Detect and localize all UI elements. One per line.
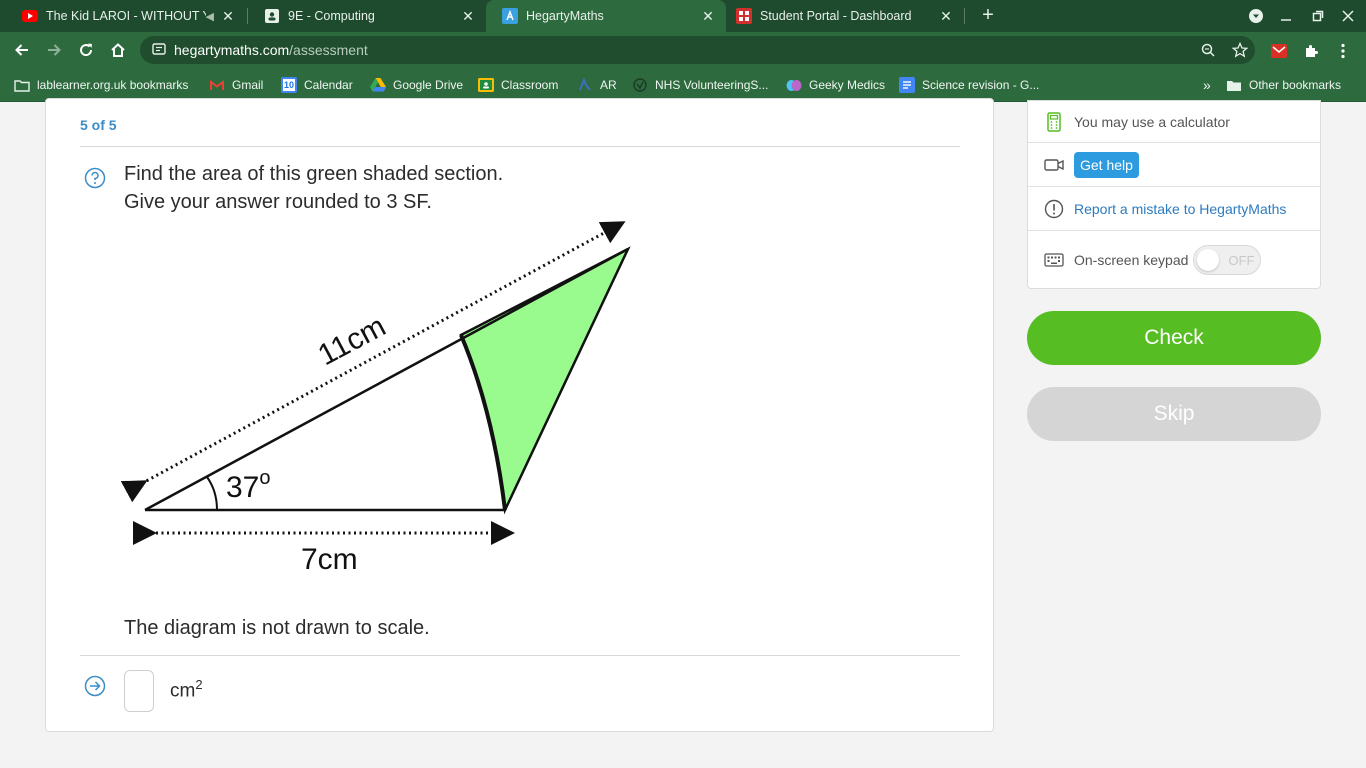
skip-button[interactable]: Skip (1027, 387, 1321, 441)
close-tab-icon[interactable]: ✕ (698, 8, 718, 25)
restore-icon[interactable] (1308, 6, 1328, 26)
sector-diagram: 11cm 7cm 37o (121, 221, 631, 576)
new-tab-button[interactable]: + (976, 4, 1000, 28)
angle-arc (206, 476, 218, 511)
close-tab-icon[interactable]: ✕ (458, 8, 478, 25)
extensions-puzzle-icon[interactable] (1302, 42, 1320, 60)
page-content: 5 of 5 Find the area of this green shade… (0, 98, 1366, 768)
bookmark-geeky-medics[interactable]: Geeky Medics (786, 76, 885, 94)
tab-hegartymaths[interactable]: HegartyMaths ✕ (486, 0, 726, 32)
tab-title: Student Portal - Dashboard (760, 9, 912, 23)
browser-toolbar: hegartymaths.com/assessment (0, 32, 1366, 68)
label-angle: 37o (226, 467, 271, 504)
hegarty-icon (502, 8, 518, 24)
brain-icon (786, 77, 802, 93)
classroom-icon (478, 77, 494, 93)
close-tab-icon[interactable]: ✕ (936, 8, 956, 25)
close-tab-icon[interactable]: ✕ (218, 8, 238, 25)
question-card: 5 of 5 Find the area of this green shade… (45, 98, 994, 732)
question-line-2: Give your answer rounded to 3 SF. (124, 191, 432, 213)
tab-title: The Kid LAROI - WITHOUT YOU (46, 9, 206, 23)
question-counter: 5 of 5 (80, 117, 117, 133)
classroom-icon (264, 8, 280, 24)
report-row: Report a mistake to HegartyMaths (1028, 187, 1320, 231)
back-icon[interactable] (10, 38, 34, 62)
bookmarks-bar: lablearner.org.uk bookmarks Gmail 10 Cal… (0, 68, 1366, 102)
tab-search-icon[interactable] (1246, 6, 1266, 26)
keyboard-icon (1043, 249, 1065, 271)
site-info-icon[interactable] (152, 42, 166, 56)
reload-icon[interactable] (74, 38, 98, 62)
address-bar[interactable]: hegartymaths.com/assessment (140, 36, 1255, 64)
divider (80, 655, 960, 656)
gmail-extension-icon[interactable] (1270, 42, 1288, 60)
calculator-icon (1043, 111, 1065, 133)
tab-title: HegartyMaths (526, 9, 604, 23)
get-help-button[interactable]: Get help (1074, 151, 1139, 178)
question-line-1: Find the area of this green shaded secti… (124, 163, 504, 185)
question-help-icon[interactable] (84, 167, 106, 189)
nhs-icon (632, 77, 648, 93)
ar-icon (577, 77, 593, 93)
bookmark-lablearner[interactable]: lablearner.org.uk bookmarks (14, 76, 188, 94)
bookmark-ar[interactable]: AR (577, 76, 617, 94)
tab-youtube[interactable]: The Kid LAROI - WITHOUT YOU ◀ ✕ (6, 0, 246, 32)
bookmark-google-drive[interactable]: Google Drive (370, 76, 463, 94)
toggle-knob (1197, 248, 1220, 271)
bookmark-calendar[interactable]: 10 Calendar (281, 76, 353, 94)
bookmark-classroom[interactable]: Classroom (478, 76, 558, 94)
zoom-icon[interactable] (1200, 42, 1216, 58)
alert-icon (1043, 198, 1065, 220)
gmail-icon (209, 77, 225, 93)
bookmark-nhs-volunteering[interactable]: NHS VolunteeringS... (632, 76, 768, 94)
tab-bar: The Kid LAROI - WITHOUT YOU ◀ ✕ 9E - Com… (0, 0, 1366, 32)
folder-icon (14, 77, 30, 93)
answer-arrow-icon (84, 675, 106, 697)
calculator-row: You may use a calculator (1028, 101, 1320, 143)
bookmark-gmail[interactable]: Gmail (209, 76, 263, 94)
menu-kebab-icon[interactable] (1334, 42, 1352, 60)
keypad-row: On-screen keypad OFF (1028, 231, 1320, 288)
side-panel: You may use a calculator Get help Report… (1027, 100, 1321, 289)
check-button[interactable]: Check (1027, 311, 1321, 365)
label-7cm: 7cm (301, 543, 358, 576)
tab-title: 9E - Computing (288, 9, 375, 23)
help-row: Get help (1028, 143, 1320, 187)
bookmark-other-bookmarks[interactable]: Other bookmarks (1226, 76, 1341, 94)
label-11cm: 11cm (313, 310, 391, 373)
tab-student-portal[interactable]: Student Portal - Dashboard ✕ (726, 0, 964, 32)
more-bookmarks-chevron-icon[interactable]: » (1203, 76, 1211, 94)
minimize-icon[interactable] (1276, 6, 1296, 26)
url-text: hegartymaths.com/assessment (174, 42, 368, 58)
bookmark-science-revision[interactable]: Science revision - G... (899, 76, 1039, 94)
keypad-toggle[interactable]: OFF (1193, 244, 1262, 275)
answer-input[interactable] (124, 670, 154, 712)
tab-separator (964, 8, 965, 24)
close-window-icon[interactable] (1338, 6, 1358, 26)
report-mistake-link[interactable]: Report a mistake to HegartyMaths (1074, 201, 1286, 217)
shaded-region (459, 246, 631, 515)
calendar-icon: 10 (281, 77, 297, 93)
divider (80, 146, 960, 147)
scale-note: The diagram is not drawn to scale. (124, 617, 430, 639)
youtube-icon (22, 8, 38, 24)
folder-icon (1226, 77, 1242, 93)
answer-unit: cm2 (170, 677, 203, 702)
toggle-state-label: OFF (1228, 252, 1255, 268)
bookmark-star-icon[interactable] (1232, 42, 1248, 58)
video-camera-icon (1043, 154, 1065, 176)
tab-computing[interactable]: 9E - Computing ✕ (248, 0, 486, 32)
forward-icon[interactable] (42, 38, 66, 62)
portal-icon (736, 8, 752, 24)
home-icon[interactable] (106, 38, 130, 62)
speaker-icon[interactable]: ◀ (206, 10, 214, 23)
drive-icon (370, 77, 386, 93)
docs-icon (899, 77, 915, 93)
